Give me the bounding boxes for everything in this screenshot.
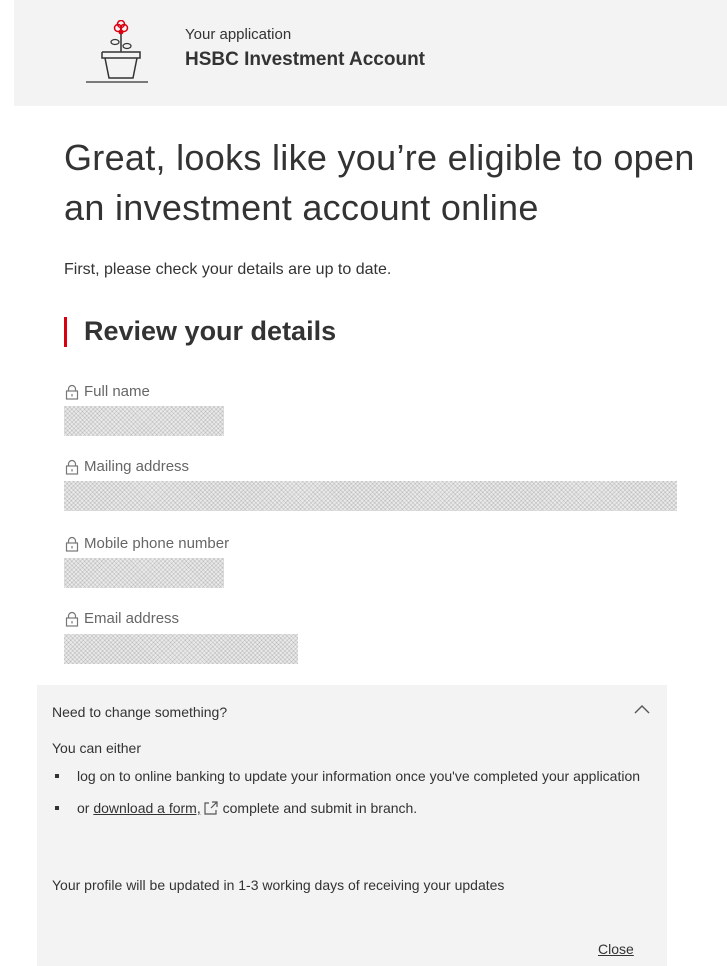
intro-text: First, please check your details are up …	[64, 261, 392, 278]
section-title: Review your details	[64, 312, 336, 350]
lock-icon	[65, 384, 79, 400]
full-name-value	[64, 406, 224, 436]
email-address-label: Email address	[64, 610, 179, 627]
app-header: Your application HSBC Investment Account	[14, 0, 727, 106]
mobile-phone-value	[64, 558, 224, 588]
mailing-address-label: Mailing address	[64, 458, 189, 475]
product-title: HSBC Investment Account	[185, 49, 425, 70]
mobile-phone-label: Mobile phone number	[64, 535, 229, 552]
plant-pot-icon	[86, 20, 148, 83]
external-link-icon[interactable]	[203, 801, 219, 815]
list-item-suffix: complete and submit in branch.	[218, 800, 418, 816]
panel-lead-text: You can either	[52, 740, 141, 756]
field-label-text: Mailing address	[84, 458, 190, 475]
list-item: log on to online banking to update your …	[52, 765, 642, 787]
lock-icon	[65, 459, 79, 475]
download-form-link[interactable]: download a form,	[93, 800, 200, 816]
email-address-value	[64, 634, 298, 664]
field-label-text: Full name	[84, 383, 150, 400]
list-item: or download a form, complete and submit …	[52, 797, 642, 819]
lock-icon	[65, 611, 79, 627]
page-headline: Great, looks like you’re eligible to ope…	[64, 137, 695, 228]
list-item-prefix: or	[77, 800, 94, 816]
mailing-address-value	[64, 481, 677, 511]
change-details-panel: Need to change something? You can either…	[37, 685, 667, 966]
application-label: Your application	[185, 26, 292, 43]
lock-icon	[65, 536, 79, 552]
panel-toggle-title[interactable]: Need to change something?	[52, 704, 227, 720]
field-label-text: Email address	[84, 610, 180, 627]
update-timing-note: Your profile will be updated in 1-3 work…	[52, 877, 505, 893]
options-list: log on to online banking to update your …	[52, 765, 642, 819]
full-name-label: Full name	[64, 383, 150, 400]
field-label-text: Mobile phone number	[84, 535, 230, 552]
list-item-text: log on to online banking to update your …	[77, 768, 641, 784]
chevron-up-icon[interactable]	[634, 704, 650, 714]
close-link[interactable]: Close	[598, 941, 634, 957]
